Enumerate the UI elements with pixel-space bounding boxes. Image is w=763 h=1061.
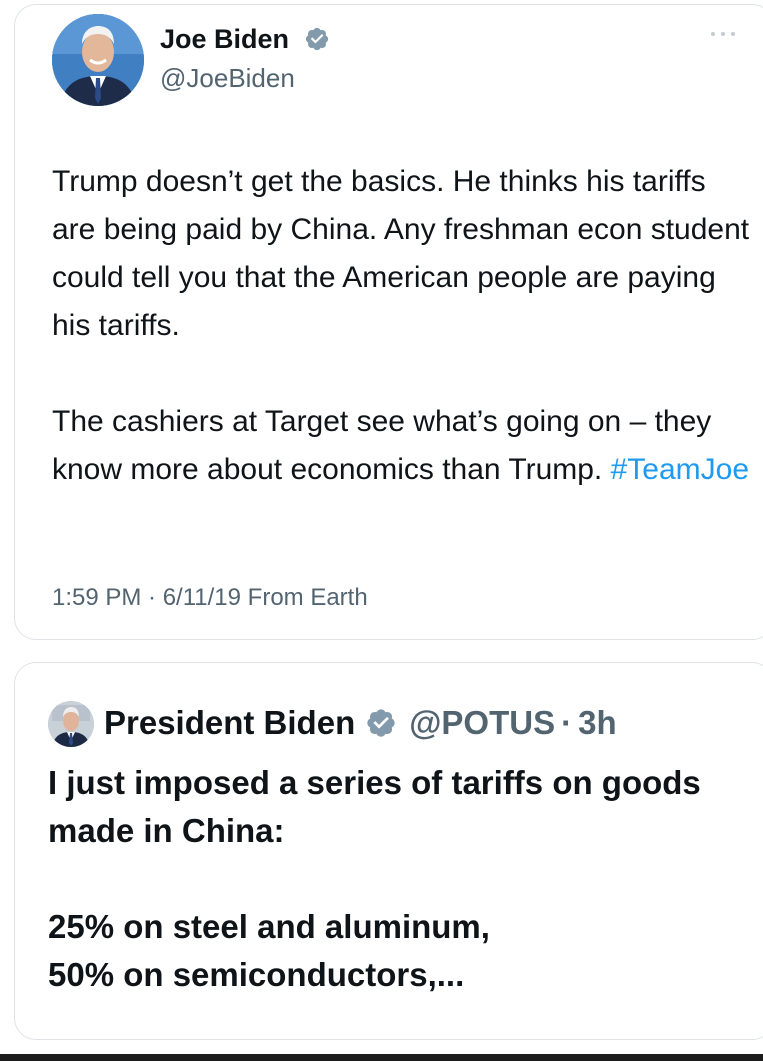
tweet-paragraph: The cashiers at Target see what’s going … [52,398,752,494]
hashtag-link[interactable]: #TeamJoe [611,453,749,486]
quoted-tweet-text: I just imposed a series of tariffs on go… [48,759,748,999]
screenshot-page: Joe Biden @JoeBiden Trump doesn’t get th… [0,0,763,1061]
tweet-line: 25% on steel and aluminum, [48,908,490,945]
author-name[interactable]: Joe Biden [160,24,289,55]
author-handle[interactable]: @JoeBiden [160,63,295,94]
tweet-paragraph: I just imposed a series of tariffs on go… [48,764,701,849]
tweet-timestamp[interactable]: 1:59 PM · 6/11/19 From Earth [52,584,368,612]
avatar-photo [48,701,94,747]
more-options-icon[interactable] [708,28,738,40]
tweet-text: Trump doesn’t get the basics. He thinks … [52,158,752,494]
quoted-tweet-header: President Biden @POTUS · 3h [104,700,617,746]
tweet-paragraph: Trump doesn’t get the basics. He thinks … [52,165,750,342]
avatar-photo [52,14,144,106]
relative-time[interactable]: 3h [578,704,617,742]
avatar[interactable] [52,14,144,106]
tweet-line: 50% on semiconductors,... [48,956,465,993]
author-handle[interactable]: @POTUS [409,704,555,742]
verified-badge-icon [367,709,395,737]
avatar[interactable] [48,701,94,747]
bottom-divider [0,1054,763,1061]
verified-badge-icon [305,27,329,51]
separator-dot: · [561,704,573,741]
author-name[interactable]: President Biden [104,704,355,742]
